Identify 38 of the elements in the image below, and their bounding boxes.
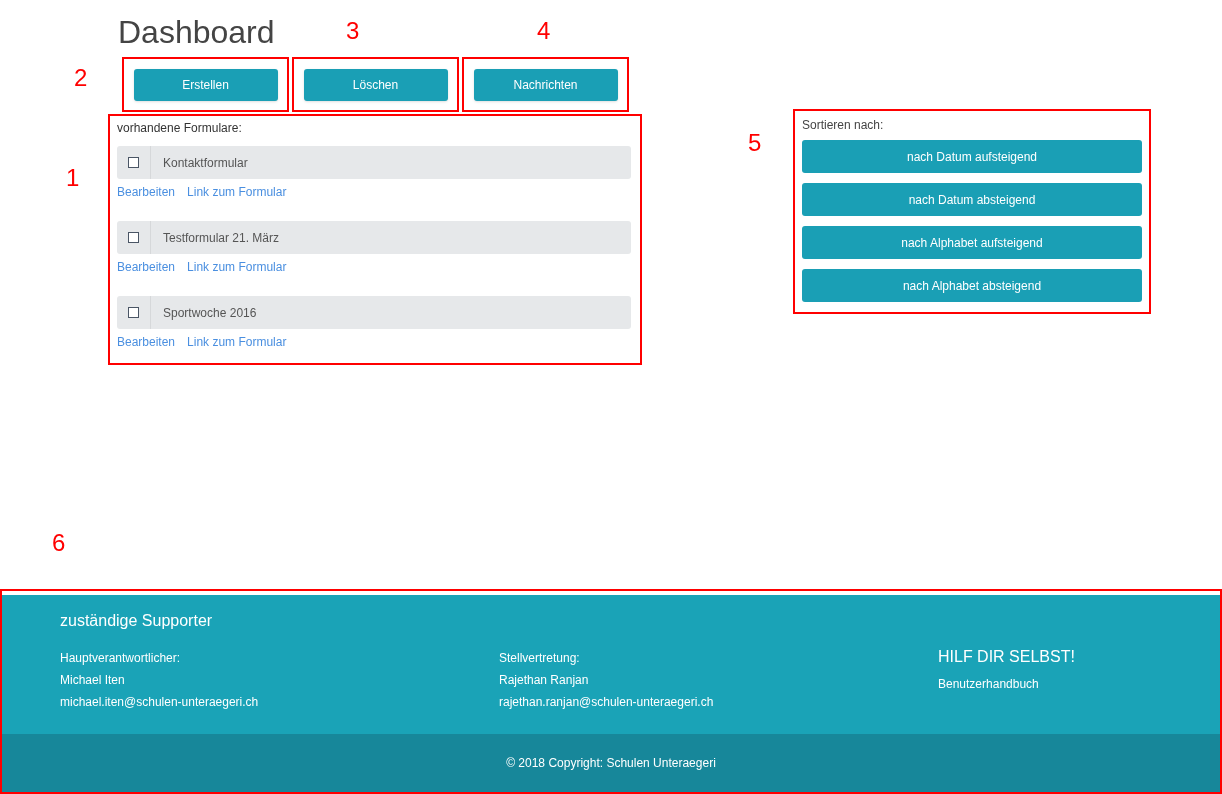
- annotation-number: 3: [346, 17, 360, 45]
- help-title: HILF DIR SELBST!: [938, 647, 1075, 667]
- action-button[interactable]: Nachrichten: [473, 68, 618, 101]
- action-button[interactable]: Löschen: [303, 68, 448, 101]
- footer-text: rajethan.ranjan@schulen-unteraegeri.ch: [499, 694, 715, 711]
- annotation-number: 6: [52, 529, 66, 557]
- annotation-number: 2: [74, 64, 88, 92]
- form-link[interactable]: Bearbeiten: [117, 333, 176, 351]
- sort-button[interactable]: nach Alphabet aufsteigend: [802, 226, 1142, 259]
- copyright-text: © 2018 Copyright: Schulen Unteraegeri: [506, 755, 716, 772]
- checkbox[interactable]: [128, 157, 139, 168]
- annotation-number: 4: [537, 17, 551, 45]
- form-name: Sportwoche 2016: [163, 304, 257, 322]
- form-name: Kontaktformular: [163, 154, 248, 172]
- footer-heading: zuständige Supporter: [60, 611, 214, 631]
- checkbox[interactable]: [128, 232, 139, 243]
- sort-button[interactable]: nach Datum absteigend: [802, 183, 1142, 216]
- sort-button[interactable]: nach Alphabet absteigend: [802, 269, 1142, 302]
- manual-link[interactable]: Benutzerhandbuch: [938, 675, 1075, 693]
- annotation-number: 1: [66, 164, 80, 192]
- annotation-number: 5: [748, 129, 762, 157]
- footer-text: michael.iten@schulen-unteraegeri.ch: [60, 694, 260, 711]
- footer-text: Stellvertretung:: [499, 650, 581, 667]
- checkbox[interactable]: [128, 307, 139, 318]
- action-button[interactable]: Erstellen: [133, 68, 278, 101]
- section-heading: vorhandene Formulare:: [117, 120, 243, 137]
- footer-text: Hauptverantwortlicher:: [60, 650, 182, 667]
- form-name: Testformular 21. März: [163, 229, 280, 247]
- form-link[interactable]: Link zum Formular: [187, 183, 287, 201]
- form-link[interactable]: Bearbeiten: [117, 258, 176, 276]
- sort-heading: Sortieren nach:: [802, 117, 885, 134]
- form-link[interactable]: Link zum Formular: [187, 258, 287, 276]
- page-title: Dashboard: [118, 13, 275, 52]
- sort-button[interactable]: nach Datum aufsteigend: [802, 140, 1142, 173]
- form-link[interactable]: Bearbeiten: [117, 183, 176, 201]
- footer-text: Michael Iten: [60, 672, 126, 689]
- footer-text: Rajethan Ranjan: [499, 672, 590, 689]
- form-link[interactable]: Link zum Formular: [187, 333, 287, 351]
